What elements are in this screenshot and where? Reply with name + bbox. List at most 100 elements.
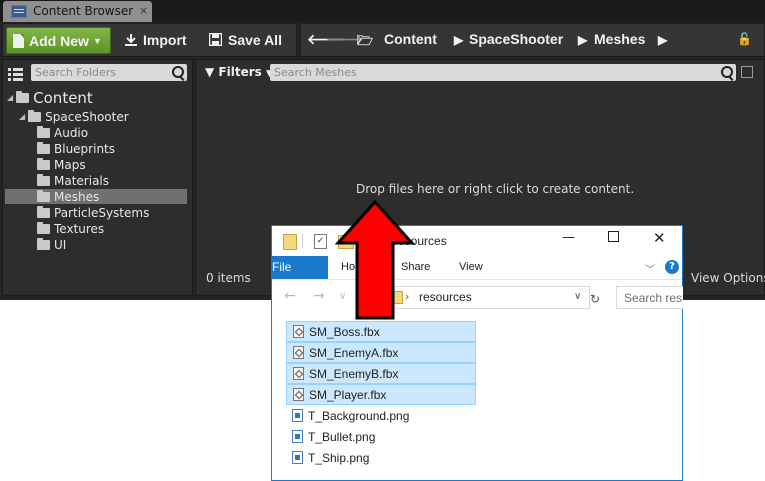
toggle-sources-icon[interactable] [8,66,24,81]
tree-item-label: Textures [54,221,105,236]
help-icon[interactable]: ? [665,260,679,274]
breadcrumb-separator-icon[interactable]: ▶ [578,33,587,47]
items-count: 0 items [206,271,251,285]
tree-item-ui[interactable]: UI [37,237,187,252]
filters-button[interactable]: ▼ Filters ▼ [205,65,273,79]
content-browser-icon [11,5,27,18]
close-icon[interactable]: ✕ [653,229,666,247]
maximize-icon[interactable] [608,231,619,242]
search-assets-placeholder: Search Meshes [274,66,357,79]
tree-item-maps[interactable]: Maps [37,157,187,172]
expanded-triangle-icon[interactable]: ◢ [7,93,13,102]
import-button[interactable]: Import [124,27,187,52]
breadcrumb-meshes[interactable]: Meshes [594,31,645,47]
search-folders-placeholder: Search Folders [35,66,117,79]
search-folders-input[interactable]: Search Folders [31,64,187,81]
save-search-icon[interactable] [741,66,753,78]
file-name: SM_Boss.fbx [309,324,380,339]
breadcrumb-separator-icon[interactable]: ▶ [454,33,463,47]
tree-item-spaceshooter[interactable]: ◢ SpaceShooter [19,109,129,124]
tree-item-label: SpaceShooter [45,109,129,124]
file-name: T_Ship.png [308,450,370,465]
file-name: SM_Player.fbx [309,387,387,402]
back-arrow-icon[interactable]: ← [284,288,296,304]
folder-icon [37,157,50,170]
minimize-icon[interactable]: — [562,230,575,245]
view-options-button[interactable]: View Options ▼ [691,271,765,285]
content-toolbar: Add New ▼ Import Save All [2,23,297,57]
tree-item-label: Materials [54,173,110,188]
import-label: Import [143,31,187,48]
folder-icon [16,90,30,103]
tree-item-textures[interactable]: Textures [37,221,187,236]
tree-item-materials[interactable]: Materials [37,173,187,188]
folder-icon [37,141,50,154]
file-explorer-window: ✓ resources — ✕ File Home Share View ﹀ ?… [271,225,683,481]
filters-label: Filters [218,65,262,79]
fbx-file-icon [293,388,304,401]
breadcrumb-content[interactable]: Content [384,31,437,47]
file-name: SM_EnemyB.fbx [309,366,399,381]
properties-icon[interactable]: ✓ [314,234,327,249]
folder-icon [37,237,50,250]
lock-icon[interactable]: 🔓 [737,32,752,46]
drop-hint-text: Drop files here or right click to create… [356,182,635,196]
breadcrumb-separator-icon[interactable]: ▶ [658,33,667,47]
folder-icon [28,109,42,122]
list-item[interactable]: T_Background.png [286,405,476,426]
drag-arrow-icon [335,199,415,320]
list-item[interactable]: SM_Player.fbx [286,384,476,405]
expanded-triangle-icon[interactable]: ◢ [19,112,25,121]
list-item[interactable]: SM_EnemyA.fbx [286,342,476,363]
open-folder-icon: 🗁 [357,33,374,48]
search-assets-input[interactable]: Search Meshes [270,64,736,81]
tab-content-browser[interactable]: Content Browser × [3,1,152,22]
file-name: T_Bullet.png [308,429,376,444]
png-file-icon [292,451,303,464]
refresh-icon[interactable]: ↻ [590,292,600,306]
breadcrumb-spaceshooter[interactable]: SpaceShooter [469,31,563,47]
fbx-file-icon [293,346,304,359]
save-all-label: Save All [228,31,282,48]
list-item[interactable]: SM_EnemyB.fbx [286,363,476,384]
list-item[interactable]: SM_Boss.fbx [286,321,476,342]
ribbon-tab-view[interactable]: View [459,261,483,273]
forward-arrow-icon[interactable]: → [313,288,325,304]
tree-item-audio[interactable]: Audio [37,125,187,140]
chevron-down-icon[interactable]: ∨ [574,291,581,302]
tree-item-blueprints[interactable]: Blueprints [37,141,187,156]
folder-icon [37,205,50,218]
explorer-title-bar[interactable]: ✓ resources — ✕ [272,226,682,256]
fbx-file-icon [293,367,304,380]
png-file-icon [292,409,303,422]
search-icon [721,66,733,78]
folder-icon [37,125,50,138]
save-all-button[interactable]: Save All [209,27,282,52]
list-item[interactable]: T_Bullet.png [286,426,476,447]
explorer-search-placeholder: Search res... [624,291,683,305]
tree-item-meshes[interactable]: Meshes [5,189,187,204]
list-item[interactable]: T_Ship.png [286,447,476,468]
address-bar-row: ← → ∨ ↑ › resources ∨ ↻ Search res... [272,280,683,312]
explorer-search-input[interactable]: Search res... [616,286,683,309]
tree-item-particlesystems[interactable]: ParticleSystems [37,205,187,220]
ribbon-tab-file[interactable]: File [272,256,328,279]
tab-close-icon[interactable]: × [139,4,148,17]
tree-item-label: Meshes [54,189,100,204]
tree-item-label: ParticleSystems [54,205,150,220]
folder-icon [37,221,50,234]
chevron-down-icon: ▼ [92,35,102,46]
chevron-down-icon[interactable]: ﹀ [645,261,655,276]
add-new-button[interactable]: Add New ▼ [6,27,111,54]
file-name: T_Background.png [308,408,410,423]
file-name: SM_EnemyA.fbx [309,345,399,360]
search-icon [172,66,184,78]
tree-item-label: UI [54,237,67,252]
folder-icon [283,234,297,250]
view-options-label: View Options [691,271,765,285]
folder-tree-panel: Search Folders ◢ Content ◢ SpaceShooter … [2,59,193,296]
new-document-icon [13,33,24,48]
tab-strip: Content Browser × [0,0,765,22]
tree-item-content[interactable]: ◢ Content [7,89,93,107]
png-file-icon [292,430,303,443]
